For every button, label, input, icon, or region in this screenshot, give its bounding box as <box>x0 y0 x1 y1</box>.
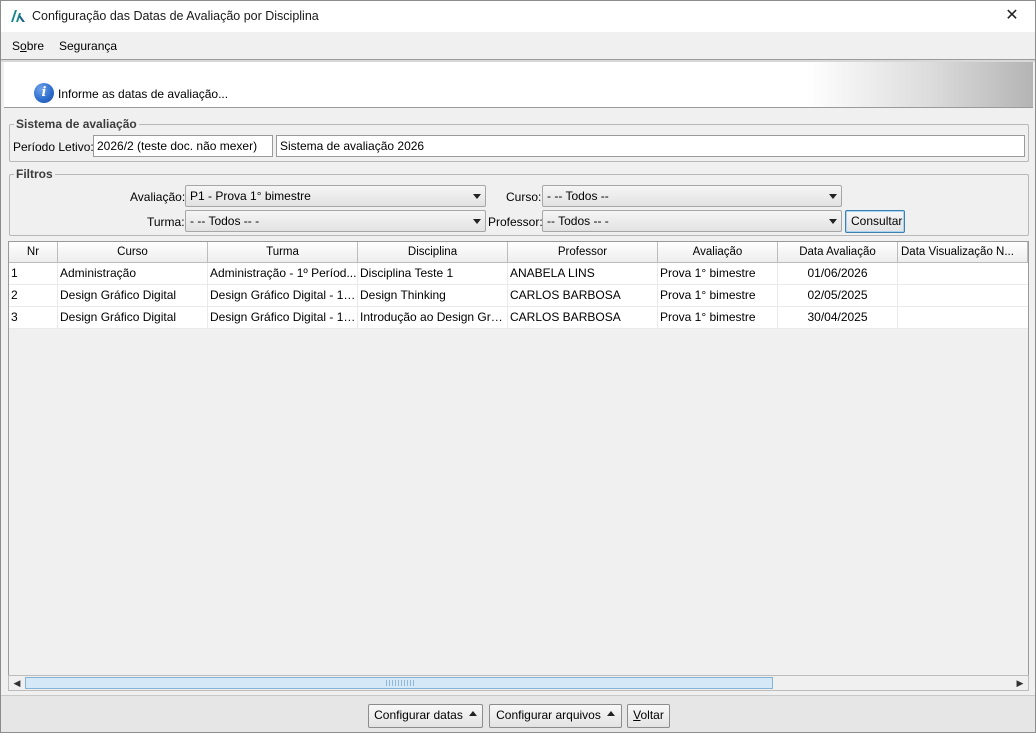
cell-curso: Design Gráfico Digital <box>58 307 208 329</box>
configurar-datas-button[interactable]: Configurar datas <box>368 704 483 728</box>
cell-data-avaliacao: 30/04/2025 <box>778 307 898 329</box>
cell-nr: 1 <box>9 263 58 285</box>
scroll-right-icon[interactable]: ▶ <box>1012 676 1028 690</box>
avaliacao-select-value: P1 - Prova 1° bimestre <box>190 189 311 203</box>
cell-turma: Design Gráfico Digital - 1º... <box>208 307 358 329</box>
column-header-data-avaliacao[interactable]: Data Avaliação <box>778 242 898 263</box>
turma-select-value: - -- Todos -- - <box>190 214 260 228</box>
title-bar[interactable]: Configuração das Datas de Avaliação por … <box>1 1 1035 32</box>
cell-turma: Design Gráfico Digital - 1º... <box>208 285 358 307</box>
filtros-legend: Filtros <box>14 167 55 181</box>
menu-sobre-post: bre <box>26 39 45 53</box>
table-row[interactable]: 3 Design Gráfico Digital Design Gráfico … <box>9 307 1028 329</box>
table-row[interactable]: 2 Design Gráfico Digital Design Gráfico … <box>9 285 1028 307</box>
chevron-down-icon <box>473 219 481 224</box>
table-row[interactable]: 1 Administração Administração - 1º Perío… <box>9 263 1028 285</box>
caret-up-icon <box>606 711 615 717</box>
voltar-button[interactable]: Voltar <box>627 704 670 728</box>
menu-item-sobre[interactable]: Sobre <box>12 39 44 53</box>
horizontal-scrollbar[interactable]: ◀ ▶ <box>8 675 1029 691</box>
cell-avaliacao: Prova 1° bimestre <box>658 307 778 329</box>
column-header-turma[interactable]: Turma <box>208 242 358 263</box>
periodo-letivo-label: Período Letivo: <box>13 140 94 154</box>
cell-professor: CARLOS BARBOSA <box>508 285 658 307</box>
cell-nr: 2 <box>9 285 58 307</box>
voltar-accel: V <box>633 708 641 722</box>
scroll-left-icon[interactable]: ◀ <box>9 676 25 690</box>
cell-data-avaliacao: 02/05/2025 <box>778 285 898 307</box>
consultar-button[interactable]: Consultar <box>845 210 905 233</box>
cell-professor: ANABELA LINS <box>508 263 658 285</box>
cell-avaliacao: Prova 1° bimestre <box>658 263 778 285</box>
info-banner: i Informe as datas de avaliação... <box>4 62 1033 108</box>
column-header-avaliacao[interactable]: Avaliação <box>658 242 778 263</box>
cell-disciplina: Design Thinking <box>358 285 508 307</box>
voltar-label-rest: oltar <box>640 708 664 722</box>
avaliacao-select[interactable]: P1 - Prova 1° bimestre <box>185 185 486 207</box>
menu-sobre-pre: S <box>12 39 21 53</box>
app-logo-icon <box>11 10 25 22</box>
footer-bar: Configurar datas Configurar arquivos Vol… <box>1 695 1035 732</box>
chevron-down-icon <box>829 194 837 199</box>
cell-professor: CARLOS BARBOSA <box>508 307 658 329</box>
results-grid[interactable]: Nr Curso Turma Disciplina Professor Aval… <box>8 241 1029 676</box>
column-header-curso[interactable]: Curso <box>58 242 208 263</box>
configurar-datas-label: Configurar datas <box>374 708 463 722</box>
cell-disciplina: Introdução ao Design Gráf... <box>358 307 508 329</box>
cell-data-visualizacao <box>898 263 1028 285</box>
turma-select[interactable]: - -- Todos -- - <box>185 210 486 232</box>
info-icon: i <box>34 83 54 103</box>
column-header-disciplina[interactable]: Disciplina <box>358 242 508 263</box>
column-header-nr[interactable]: Nr <box>9 242 58 263</box>
curso-label: Curso: <box>506 190 542 204</box>
sistema-avaliacao-field[interactable]: Sistema de avaliação 2026 <box>276 135 1025 157</box>
cell-data-avaliacao: 01/06/2026 <box>778 263 898 285</box>
curso-select[interactable]: - -- Todos -- <box>542 185 842 207</box>
professor-select-value: -- Todos -- - <box>547 214 609 228</box>
periodo-letivo-field[interactable]: 2026/2 (teste doc. não mexer) <box>93 135 273 157</box>
grip-icon <box>386 680 416 686</box>
turma-label: Turma: <box>147 215 185 229</box>
close-icon[interactable]: ✕ <box>989 1 1035 32</box>
chevron-down-icon <box>829 219 837 224</box>
menu-sobre-accel: o <box>20 39 27 53</box>
grid-header: Nr Curso Turma Disciplina Professor Aval… <box>9 242 1028 263</box>
curso-select-value: - -- Todos -- <box>547 189 609 203</box>
configurar-arquivos-label: Configurar arquivos <box>496 708 601 722</box>
cell-disciplina: Disciplina Teste 1 <box>358 263 508 285</box>
cell-data-visualizacao <box>898 285 1028 307</box>
sistema-legend: Sistema de avaliação <box>14 117 139 131</box>
info-message: Informe as datas de avaliação... <box>58 87 229 101</box>
avaliacao-label: Avaliação: <box>130 190 186 204</box>
main-window: Configuração das Datas de Avaliação por … <box>0 0 1036 733</box>
cell-data-visualizacao <box>898 307 1028 329</box>
cell-turma: Administração - 1º Períod... <box>208 263 358 285</box>
cell-curso: Design Gráfico Digital <box>58 285 208 307</box>
cell-nr: 3 <box>9 307 58 329</box>
professor-label: Professor: <box>488 215 543 229</box>
professor-select[interactable]: -- Todos -- - <box>542 210 842 232</box>
menu-bar: Sobre Segurança <box>1 32 1035 60</box>
cell-curso: Administração <box>58 263 208 285</box>
caret-up-icon <box>468 711 477 717</box>
chevron-down-icon <box>473 194 481 199</box>
column-header-data-visualizacao[interactable]: Data Visualização N... <box>898 242 1028 263</box>
column-header-professor[interactable]: Professor <box>508 242 658 263</box>
window-title: Configuração das Datas de Avaliação por … <box>32 9 319 23</box>
cell-avaliacao: Prova 1° bimestre <box>658 285 778 307</box>
configurar-arquivos-button[interactable]: Configurar arquivos <box>489 704 622 728</box>
menu-item-seguranca[interactable]: Segurança <box>59 39 117 53</box>
scrollbar-thumb[interactable] <box>25 677 773 689</box>
